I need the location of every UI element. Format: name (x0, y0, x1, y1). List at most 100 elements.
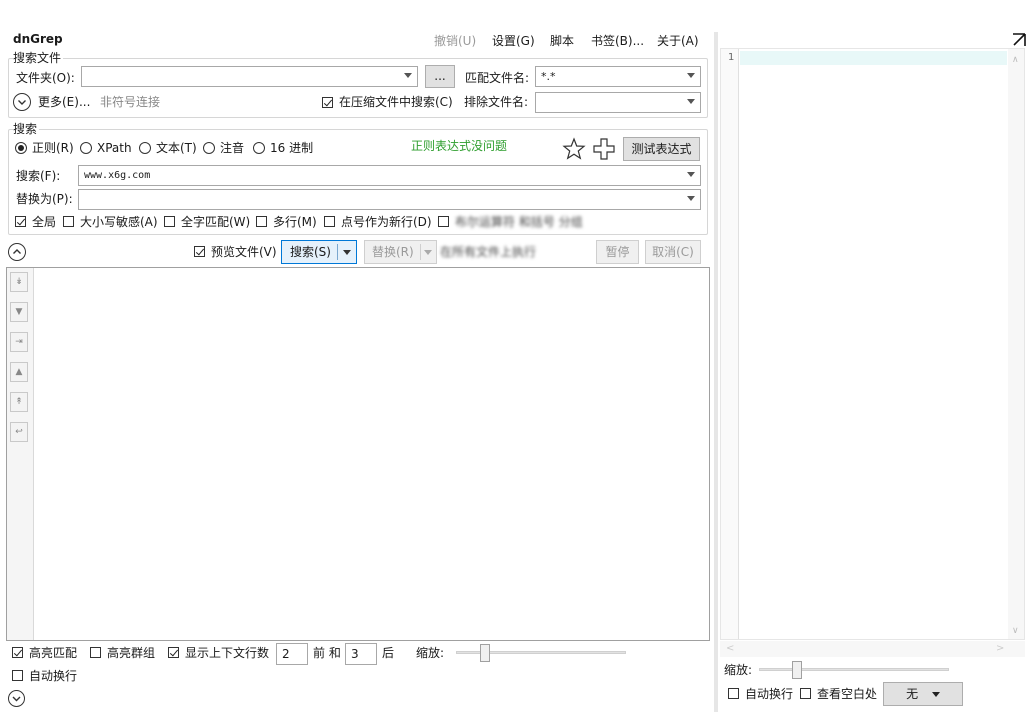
pop-out-icon[interactable] (1011, 32, 1027, 48)
highlight-groups-label: 高亮群组 (107, 646, 156, 660)
mode-text-label: 文本(T) (156, 141, 197, 155)
show-context-label: 显示上下文行数 (185, 646, 270, 660)
option-boolean-checkbox[interactable] (438, 216, 449, 227)
preview-zoom-slider[interactable] (759, 668, 949, 671)
show-whitespace-checkbox[interactable] (800, 688, 811, 699)
highlight-groups-checkbox[interactable] (90, 647, 101, 658)
preview-file-label: 预览文件(V) (211, 245, 277, 259)
preview-vertical-scrollbar[interactable]: ∧ ∨ (1008, 49, 1024, 639)
option-multiline-checkbox[interactable] (256, 216, 267, 227)
search-button-label: 搜索(S) (290, 245, 331, 259)
archive-search-label: 在压缩文件中搜索(C) (339, 95, 453, 109)
mode-phonetic-label: 注音 (220, 141, 245, 155)
dngrep-window: dnGrep 撤销(U) 设置(G) 脚本 书签(B)... 关于(A) 搜索文… (0, 0, 1032, 712)
option-case-sensitive-label: 大小写敏感(A) (80, 215, 158, 229)
scroll-down-icon[interactable]: ∨ (1012, 623, 1019, 639)
mode-xpath-radio[interactable] (80, 142, 92, 154)
star-icon[interactable] (562, 137, 586, 161)
run-on-files-label[interactable]: 在所有文件上执行 (440, 244, 536, 260)
expand-bottom-button[interactable] (8, 690, 25, 707)
syntax-dropdown-value: 无 (906, 687, 919, 701)
browse-button[interactable]: ... (425, 65, 455, 88)
chevron-down-icon[interactable] (343, 250, 351, 255)
pause-button[interactable]: 暂停 (596, 240, 639, 264)
plus-icon[interactable] (592, 137, 616, 161)
chevron-down-icon (687, 99, 695, 104)
mode-text-radio[interactable] (139, 142, 151, 154)
mode-hex-radio[interactable] (253, 142, 265, 154)
mode-phonetic-radio[interactable] (203, 142, 215, 154)
preview-zoom-thumb[interactable] (792, 661, 802, 679)
search-input[interactable]: www.x6g.com (78, 165, 701, 186)
preview-wrap-label: 自动换行 (745, 687, 794, 701)
match-filename-label: 匹配文件名: (465, 71, 530, 85)
menu-settings[interactable]: 设置(G) (492, 32, 535, 49)
chevron-down-icon (687, 73, 695, 78)
test-expression-button[interactable]: 测试表达式 (623, 137, 700, 161)
option-whole-word-label: 全字匹配(W) (181, 215, 251, 229)
syntax-dropdown[interactable]: 无 (883, 682, 963, 706)
preview-horizontal-scrollbar[interactable]: < > (720, 641, 1025, 657)
context-after-label: 后 (382, 646, 395, 660)
previous-match-icon[interactable]: ▲ (10, 362, 28, 382)
highlight-matches-checkbox[interactable] (12, 647, 23, 658)
results-zoom-label: 缩放: (416, 646, 445, 660)
replace-button[interactable]: 替换(R) (364, 240, 437, 264)
preview-wrap-checkbox[interactable] (728, 688, 739, 699)
mode-hex-label: 16 进制 (270, 141, 314, 155)
context-before-input[interactable]: 2 (276, 643, 308, 665)
mode-regex-radio[interactable] (15, 142, 27, 154)
option-case-sensitive-checkbox[interactable] (63, 216, 74, 227)
context-after-input[interactable]: 3 (345, 643, 377, 665)
scroll-right-icon[interactable]: > (996, 641, 1004, 657)
chevron-down-icon (18, 100, 26, 105)
context-before-label: 前 和 (313, 646, 341, 660)
menu-undo[interactable]: 撤销(U) (434, 32, 476, 49)
scroll-up-icon[interactable]: ∧ (1012, 52, 1019, 68)
option-boolean-label: 布尔运算符 和括号 分组 (455, 215, 583, 229)
next-match-icon[interactable]: ▼ (10, 302, 28, 322)
expand-all-icon[interactable]: ↡ (10, 272, 28, 292)
option-whole-word-checkbox[interactable] (164, 216, 175, 227)
menu-scripts[interactable]: 脚本 (550, 32, 574, 49)
word-wrap-icon[interactable]: ↩ (10, 422, 28, 442)
mode-regex-label: 正则(R) (32, 141, 74, 155)
chevron-up-icon (13, 249, 21, 254)
menu-about[interactable]: 关于(A) (657, 32, 699, 49)
line-number-gutter (721, 49, 739, 639)
line-number: 1 (728, 52, 735, 63)
chevron-down-icon (424, 250, 432, 255)
collapse-all-icon[interactable]: ↟ (10, 392, 28, 412)
results-zoom-thumb[interactable] (480, 644, 490, 662)
replace-button-label: 替换(R) (372, 245, 414, 259)
option-dot-newline-checkbox[interactable] (324, 216, 335, 227)
chevron-down-icon (12, 696, 21, 702)
mode-xpath-label: XPath (97, 141, 132, 155)
cancel-button[interactable]: 取消(C) (645, 240, 701, 264)
show-context-checkbox[interactable] (168, 647, 179, 658)
chevron-down-icon (687, 172, 695, 177)
results-wrap-checkbox[interactable] (12, 670, 23, 681)
next-file-icon[interactable]: ⇥ (10, 332, 28, 352)
exclude-filename-input[interactable] (535, 92, 701, 113)
panel-splitter[interactable] (714, 32, 718, 712)
folder-label: 文件夹(O): (16, 71, 75, 85)
search-button[interactable]: 搜索(S) (281, 240, 357, 264)
scroll-left-icon[interactable]: < (726, 641, 734, 657)
menu-bookmarks[interactable]: 书签(B)... (591, 32, 644, 49)
results-tree[interactable] (6, 267, 710, 641)
option-global-checkbox[interactable] (15, 216, 26, 227)
expand-more-button[interactable] (13, 93, 31, 111)
match-filename-input[interactable]: *.* (535, 66, 701, 87)
replace-input[interactable] (78, 189, 701, 210)
results-toolbar (7, 268, 34, 640)
collapse-options-button[interactable] (8, 243, 26, 261)
preview-file-checkbox[interactable] (194, 246, 205, 257)
folder-input[interactable] (81, 66, 418, 87)
preview-zoom-label: 缩放: (724, 663, 753, 677)
option-global-label: 全局 (32, 215, 57, 229)
archive-search-checkbox[interactable] (322, 97, 333, 108)
preview-editor[interactable]: 1 ∧ ∨ (720, 48, 1025, 640)
regex-status-text: 正则表达式没问题 (411, 139, 508, 153)
more-options-label[interactable]: 更多(E)... (38, 94, 90, 110)
